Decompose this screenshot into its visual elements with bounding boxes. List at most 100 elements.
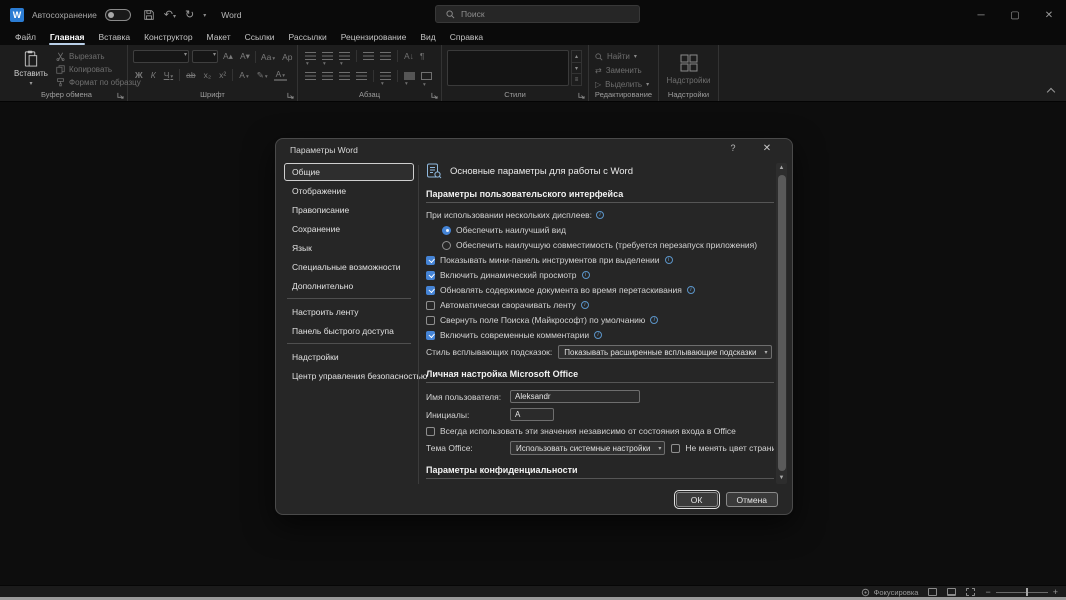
pilcrow-icon[interactable]: ¶ [420, 51, 425, 61]
dialog-nav-item[interactable]: Язык [284, 239, 414, 257]
increase-indent-icon[interactable] [380, 52, 391, 60]
sort-icon[interactable]: А↓ [404, 51, 414, 61]
dialog-nav-item[interactable]: Специальные возможности [284, 258, 414, 276]
always-use-checkbox[interactable]: Всегда использовать эти значения независ… [426, 426, 774, 436]
ribbon-tab[interactable]: Файл [8, 30, 43, 45]
cancel-button[interactable]: Отмена [725, 492, 778, 507]
paste-button[interactable]: Вставить ▾ [12, 50, 50, 92]
checkbox-option[interactable]: Свернуть поле Поиска (Майкрософт) по умо… [426, 315, 774, 325]
ribbon-tab[interactable]: Вставка [91, 30, 137, 45]
page-color-checkbox[interactable]: Не менять цвет страниц документа i [671, 443, 774, 453]
qat-more-icon[interactable]: ▾ [203, 12, 206, 19]
ribbon-tab[interactable]: Конструктор [137, 30, 199, 45]
subscript-button[interactable]: х₂ [202, 70, 214, 80]
zoom-out-icon[interactable]: − [985, 587, 990, 597]
bullet-list-icon[interactable] [305, 52, 316, 60]
ribbon-tab[interactable]: Вид [413, 30, 442, 45]
addins-button[interactable]: Надстройки [659, 50, 718, 85]
undo-icon[interactable]: ↶▾ [164, 9, 176, 21]
dialog-nav-item[interactable]: Правописание [284, 201, 414, 219]
radio-option[interactable]: Обеспечить наилучший вид [442, 225, 774, 235]
radio-option[interactable]: Обеспечить наилучшую совместимость (треб… [442, 240, 774, 250]
grow-font-button[interactable]: А▴ [221, 51, 235, 62]
dialog-nav-item[interactable]: Надстройки [284, 348, 414, 366]
justify-icon[interactable] [356, 72, 367, 80]
dialog-nav-item[interactable]: Отображение [284, 182, 414, 200]
text-effects-button[interactable]: А [237, 70, 250, 80]
strikethrough-button[interactable]: ab [184, 70, 197, 80]
ok-button[interactable]: ОК [673, 490, 720, 509]
numbered-list-icon[interactable] [322, 52, 333, 60]
ribbon-tab[interactable]: Справка [443, 30, 490, 45]
highlight-button[interactable]: ✎ [255, 70, 270, 81]
styles-gallery[interactable] [447, 50, 569, 86]
office-theme-select[interactable]: Использовать системные настройки [510, 441, 666, 455]
ribbon-tab[interactable]: Рецензирование [334, 30, 414, 45]
dialog-nav-item[interactable]: Дополнительно [284, 277, 414, 299]
privacy-settings-button[interactable]: Параметры конфиденциальности... [426, 488, 589, 489]
underline-button[interactable]: Ч [162, 70, 175, 80]
find-button[interactable]: Найти ▾ [595, 52, 658, 61]
font-color-button[interactable]: А [273, 69, 288, 81]
dialog-nav-item[interactable]: Настроить ленту [284, 303, 414, 321]
ribbon-tab[interactable]: Главная [43, 30, 92, 45]
initials-input[interactable]: A [510, 408, 554, 421]
align-right-icon[interactable] [339, 72, 350, 80]
paragraph-dialog-launcher-icon[interactable] [431, 92, 438, 99]
scroll-up-icon[interactable]: ▲ [776, 163, 787, 174]
search-box[interactable]: Поиск [435, 5, 640, 23]
clipboard-dialog-launcher-icon[interactable] [117, 92, 124, 99]
dialog-nav-item[interactable]: Центр управления безопасностью [284, 367, 427, 385]
web-layout-icon[interactable] [966, 588, 976, 596]
collapse-ribbon-icon[interactable] [1046, 87, 1056, 97]
clear-formatting-button[interactable]: Ар [280, 52, 294, 62]
checkbox-option[interactable]: Автоматически сворачивать ленту i [426, 300, 774, 310]
close-button[interactable]: ✕ [1032, 0, 1066, 30]
restore-button[interactable]: ▢ [998, 0, 1032, 30]
minimize-button[interactable]: ─ [964, 0, 998, 30]
read-mode-icon[interactable] [928, 588, 938, 596]
focus-mode-button[interactable]: Фокусировка [861, 588, 918, 597]
font-name-combo[interactable] [133, 50, 189, 63]
multilevel-list-icon[interactable] [339, 52, 350, 60]
align-left-icon[interactable] [305, 72, 316, 80]
superscript-button[interactable]: х² [217, 70, 228, 80]
styles-dialog-launcher-icon[interactable] [578, 92, 585, 99]
ribbon-tab[interactable]: Ссылки [238, 30, 282, 45]
scroll-down-icon[interactable]: ▼ [776, 473, 787, 484]
dialog-help-button[interactable]: ? [726, 143, 740, 153]
zoom-slider-thumb[interactable] [1025, 588, 1028, 596]
checkbox-option[interactable]: Включить динамический просмотр i [426, 270, 774, 280]
zoom-in-icon[interactable]: + [1053, 587, 1058, 597]
align-center-icon[interactable] [322, 72, 333, 80]
replace-button[interactable]: ⇄ Заменить [595, 66, 658, 75]
scrollbar-thumb[interactable] [777, 175, 786, 471]
shrink-font-button[interactable]: А▾ [238, 51, 252, 62]
styles-scroll-up-icon[interactable]: ▴ [571, 50, 582, 63]
shading-icon[interactable] [404, 72, 415, 80]
tooltip-style-select[interactable]: Показывать расширенные всплывающие подск… [558, 345, 772, 359]
checkbox-option[interactable]: Включить современные комментарии i [426, 330, 774, 340]
select-button[interactable]: ▷ Выделить ▾ [595, 80, 658, 89]
dialog-scrollbar[interactable]: ▲ ▼ [776, 163, 787, 484]
autosave-toggle[interactable] [104, 9, 131, 21]
styles-more-icon[interactable]: ≡ [571, 74, 582, 87]
ribbon-tab[interactable]: Рассылки [282, 30, 334, 45]
change-case-button[interactable]: Аа [259, 52, 277, 62]
font-dialog-launcher-icon[interactable] [287, 92, 294, 99]
ribbon-tab[interactable]: Макет [200, 30, 238, 45]
dialog-close-button[interactable]: ✕ [760, 143, 774, 154]
checkbox-option[interactable]: Показывать мини-панель инструментов при … [426, 255, 774, 265]
dialog-nav-item[interactable]: Сохранение [284, 220, 414, 238]
username-input[interactable]: Aleksandr [510, 390, 640, 403]
decrease-indent-icon[interactable] [363, 52, 374, 60]
line-spacing-icon[interactable] [380, 72, 391, 80]
dialog-nav-item[interactable]: Панель быстрого доступа [284, 322, 414, 344]
redo-icon[interactable]: ↻ [185, 9, 194, 21]
styles-scroll-down-icon[interactable]: ▾ [571, 62, 582, 75]
font-size-combo[interactable] [192, 50, 218, 63]
italic-button[interactable]: К [149, 70, 158, 80]
zoom-slider[interactable] [995, 588, 1048, 596]
dialog-nav-item[interactable]: Общие [284, 163, 414, 181]
save-icon[interactable] [143, 9, 155, 21]
